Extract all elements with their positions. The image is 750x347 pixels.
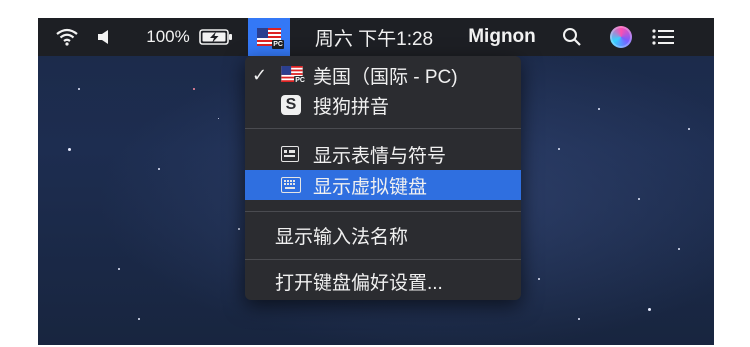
menubar-username[interactable]: Mignon [460,18,544,56]
menu-separator [245,211,521,212]
pc-badge: PC [294,76,306,85]
star [688,128,690,130]
menu-item-open-keyboard-preferences[interactable]: 打开键盘偏好设置... [245,266,521,296]
us-pc-flag-icon: PC [281,66,306,85]
star [138,318,140,320]
star [158,168,160,170]
menu-item-label: 打开键盘偏好设置... [275,272,443,294]
menu-item-label: 显示表情与符号 [313,145,447,167]
star [78,88,80,90]
menu-item-sogou-pinyin[interactable]: S 搜狗拼音 [245,90,521,120]
emoji-symbols-icon [281,146,299,162]
star [558,148,560,150]
menubar-clock[interactable]: 周六 下午1:28 [304,18,444,56]
menu-item-label: 搜狗拼音 [313,96,390,118]
input-source-dropdown: ✓ PC 美国（国际 - PC) S 搜狗拼音 显示表情与符号 显示虚拟键盘 显… [245,56,521,300]
us-pc-flag-icon: PC [257,28,284,49]
star [193,88,195,90]
star [538,278,540,280]
checkmark-icon: ✓ [252,64,268,85]
star [678,248,680,250]
input-source-menu[interactable]: PC [248,18,290,56]
search-icon[interactable] [560,18,584,56]
keyboard-icon [281,177,301,193]
menu-bar: 100% PC 周六 下午1:28 Mignon [38,18,714,56]
star [238,228,240,230]
battery-charging-icon[interactable] [196,18,236,56]
menu-item-show-virtual-keyboard[interactable]: 显示虚拟键盘 [245,170,521,200]
star [578,318,580,320]
notification-center-icon[interactable] [650,18,676,56]
battery-percent: 100% [146,27,190,46]
star [218,118,219,119]
volume-icon[interactable] [94,18,114,56]
menu-item-label: 显示虚拟键盘 [313,176,428,198]
menu-item-label: 显示输入法名称 [275,226,409,248]
menu-item-show-input-source-name[interactable]: 显示输入法名称 [245,220,521,250]
menu-separator [245,128,521,129]
siri-icon[interactable] [608,18,634,56]
star [68,148,71,151]
star [638,198,640,200]
star [118,268,120,270]
star [648,308,651,311]
menu-item-us-international-pc[interactable]: ✓ PC 美国（国际 - PC) [245,60,521,90]
menu-item-label: 美国（国际 - PC) [313,66,458,88]
sogou-icon: S [281,95,301,115]
pc-badge: PC [272,40,284,49]
star [598,108,600,110]
menu-separator [245,259,521,260]
menu-item-show-emoji-symbols[interactable]: 显示表情与符号 [245,139,521,169]
wifi-icon[interactable] [52,18,82,56]
